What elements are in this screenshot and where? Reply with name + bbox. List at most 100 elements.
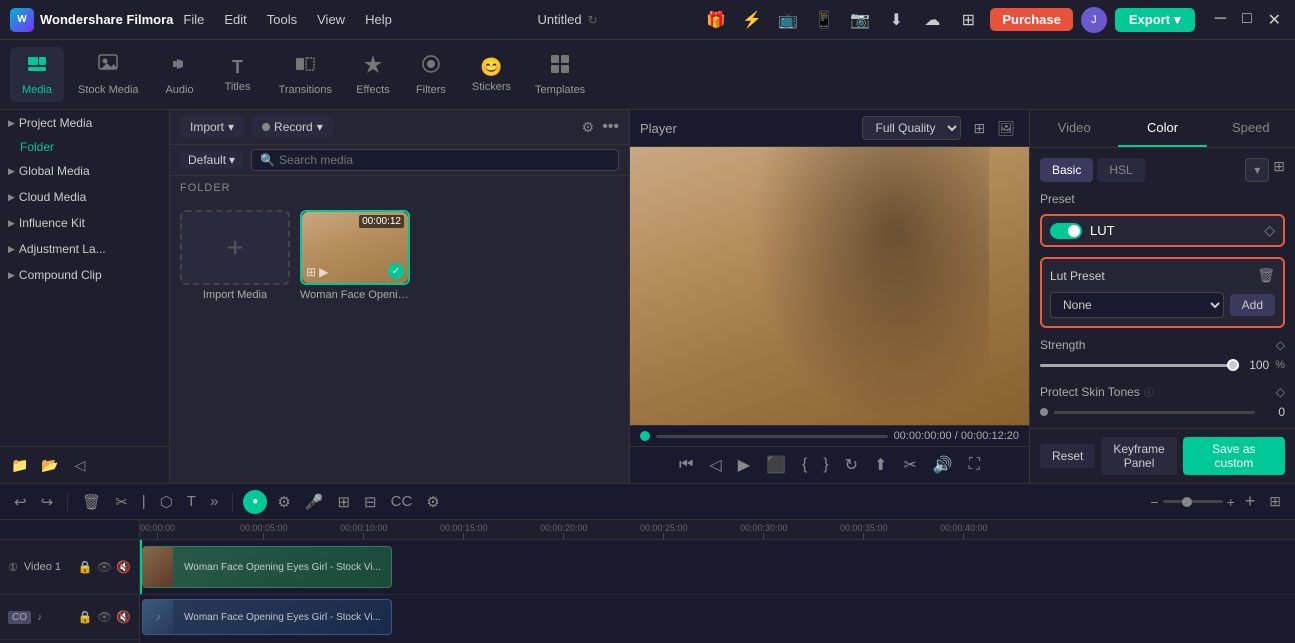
toolbar-item-audio[interactable]: Audio (153, 47, 207, 102)
video-clip[interactable]: Woman Face Opening Eyes Girl - Stock Vi.… (142, 546, 392, 588)
track-eye-icon[interactable]: 👁 (97, 560, 112, 574)
color-dropdown[interactable]: ▾ (1245, 158, 1269, 182)
subtab-hsl[interactable]: HSL (1097, 158, 1144, 182)
tl-captions-icon[interactable]: CC (387, 491, 417, 512)
purchase-button[interactable]: Purchase (990, 8, 1073, 31)
quality-select[interactable]: Full Quality (862, 116, 961, 140)
lut-preset-select[interactable]: None (1050, 292, 1224, 318)
sidebar-item-folder[interactable]: Folder (0, 136, 169, 158)
record-button[interactable]: Record ▾ (252, 116, 333, 138)
skip-back-icon[interactable]: ⏮ (674, 453, 698, 477)
flash-icon[interactable]: ⚡ (738, 6, 766, 34)
audio-track-mute-icon[interactable]: 🔇 (116, 610, 131, 624)
tl-redo-icon[interactable]: ↪ (37, 491, 58, 513)
tl-filter-icon[interactable]: ⚙ (422, 491, 443, 513)
audio-clip[interactable]: ♪ Woman Face Opening Eyes Girl - Stock V… (142, 599, 392, 635)
protect-slider[interactable] (1054, 411, 1255, 414)
toolbar-item-effects[interactable]: Effects (346, 47, 400, 102)
audio-track-lock-icon[interactable]: 🔒 (78, 610, 93, 624)
download-icon[interactable]: ⬇ (882, 6, 910, 34)
default-button[interactable]: Default ▾ (180, 150, 243, 170)
color-grid-icon[interactable]: ⊞ (1273, 158, 1285, 182)
strength-slider[interactable] (1040, 364, 1233, 367)
phone-icon[interactable]: 📱 (810, 6, 838, 34)
media-more-icon[interactable]: ••• (602, 118, 619, 136)
tl-split-icon[interactable]: | (138, 491, 150, 512)
cloud-icon[interactable]: ☁ (918, 6, 946, 34)
search-input[interactable] (279, 153, 610, 167)
export-button[interactable]: Export ▾ (1115, 8, 1195, 32)
tl-crop-icon[interactable]: ⬡ (156, 491, 177, 513)
track-mute-icon[interactable]: 🔇 (116, 560, 131, 574)
tab-color[interactable]: Color (1118, 110, 1206, 147)
scrubber-track[interactable] (656, 435, 888, 438)
gift-icon[interactable]: 🎁 (702, 6, 730, 34)
lut-toggle[interactable] (1050, 223, 1082, 239)
protect-info-icon[interactable]: ⓘ (1144, 384, 1154, 399)
tl-zoom-bar[interactable] (1163, 500, 1223, 503)
tab-speed[interactable]: Speed (1207, 110, 1295, 147)
minimize-button[interactable]: ─ (1211, 10, 1230, 30)
mark-in-icon[interactable]: { (797, 453, 812, 477)
screen-icon[interactable]: 📺 (774, 6, 802, 34)
tl-settings-icon[interactable]: ⚙ (273, 491, 294, 513)
play-icon[interactable]: ▶ (733, 452, 755, 478)
toolbar-item-templates[interactable]: Templates (525, 47, 595, 102)
camera-icon[interactable]: 📷 (846, 6, 874, 34)
tl-undo-icon[interactable]: ↩ (10, 491, 31, 513)
strength-diamond-icon[interactable]: ◇ (1276, 338, 1285, 352)
import-button[interactable]: Import ▾ (180, 116, 244, 138)
send-to-timeline-icon[interactable]: ⬆ (869, 452, 892, 478)
grid-view-icon[interactable]: ⊞ (969, 118, 989, 139)
tab-video[interactable]: Video (1030, 110, 1118, 147)
stop-icon[interactable]: ⬛ (761, 452, 791, 478)
toolbar-item-transitions[interactable]: Transitions (269, 47, 342, 102)
crop-icon[interactable]: ✂ (898, 452, 921, 478)
tl-zoom-in-icon[interactable]: + (1227, 494, 1235, 510)
media-thumbnail[interactable]: 00:00:12 ⊞ ▶ ✓ (300, 210, 410, 285)
scrubber-dot[interactable] (640, 431, 650, 441)
sidebar-item-compound-clip[interactable]: ▶ Compound Clip (0, 262, 169, 288)
toolbar-item-stickers[interactable]: 😊 Stickers (462, 51, 521, 99)
track-lock-icon[interactable]: 🔒 (78, 560, 93, 574)
menu-file[interactable]: File (183, 12, 204, 27)
menu-help[interactable]: Help (365, 12, 392, 27)
lut-diamond-icon[interactable]: ◇ (1264, 222, 1275, 239)
sidebar-item-global-media[interactable]: ▶ Global Media (0, 158, 169, 184)
tl-zoom-out-icon[interactable]: − (1150, 494, 1158, 510)
audio-track-eye-icon[interactable]: 👁 (97, 610, 112, 624)
strength-handle[interactable] (1227, 359, 1239, 371)
save-as-custom-button[interactable]: Save as custom (1183, 437, 1285, 475)
keyframe-panel-button[interactable]: Keyframe Panel (1101, 437, 1176, 475)
avatar[interactable]: J (1081, 7, 1107, 33)
player-tab[interactable]: Player (640, 121, 677, 136)
sidebar-item-cloud-media[interactable]: ▶ Cloud Media (0, 184, 169, 210)
tl-delete-icon[interactable]: 🗑 (78, 491, 105, 513)
tl-zoom-handle[interactable] (1182, 497, 1192, 507)
import-media-placeholder[interactable]: + (180, 210, 290, 285)
loop-icon[interactable]: ↻ (840, 452, 863, 478)
sidebar-item-adjustment-la[interactable]: ▶ Adjustment La... (0, 236, 169, 262)
reset-button[interactable]: Reset (1040, 444, 1095, 468)
list-item[interactable]: 00:00:12 ⊞ ▶ ✓ Woman Face Opening... (300, 210, 410, 473)
tl-timeline-settings-icon[interactable]: ⊞ (1265, 491, 1285, 512)
frame-back-icon[interactable]: ◁ (704, 452, 726, 478)
tl-detach-icon[interactable]: ⊟ (360, 491, 381, 513)
media-filter-icon[interactable]: ⚙ (582, 119, 595, 136)
toolbar-item-stock-media[interactable]: Stock Media (68, 47, 149, 102)
list-item[interactable]: + Import Media (180, 210, 290, 473)
menu-tools[interactable]: Tools (267, 12, 297, 27)
lut-preset-trash-icon[interactable]: 🗑 (1257, 267, 1275, 284)
tl-more-icon[interactable]: » (206, 491, 222, 512)
toolbar-item-filters[interactable]: Filters (404, 47, 458, 102)
maximize-button[interactable]: □ (1238, 10, 1256, 30)
toolbar-item-titles[interactable]: T Titles (211, 51, 265, 99)
toolbar-item-media[interactable]: Media (10, 47, 64, 102)
menu-edit[interactable]: Edit (224, 12, 246, 27)
tl-merge-icon[interactable]: ⊞ (333, 491, 354, 513)
sidebar-item-influence-kit[interactable]: ▶ Influence Kit (0, 210, 169, 236)
volume-icon[interactable]: 🔊 (928, 452, 958, 478)
fullscreen-icon[interactable]: ⛶ (964, 453, 985, 477)
lut-add-button[interactable]: Add (1230, 294, 1275, 316)
tl-text-icon[interactable]: T (183, 491, 200, 512)
